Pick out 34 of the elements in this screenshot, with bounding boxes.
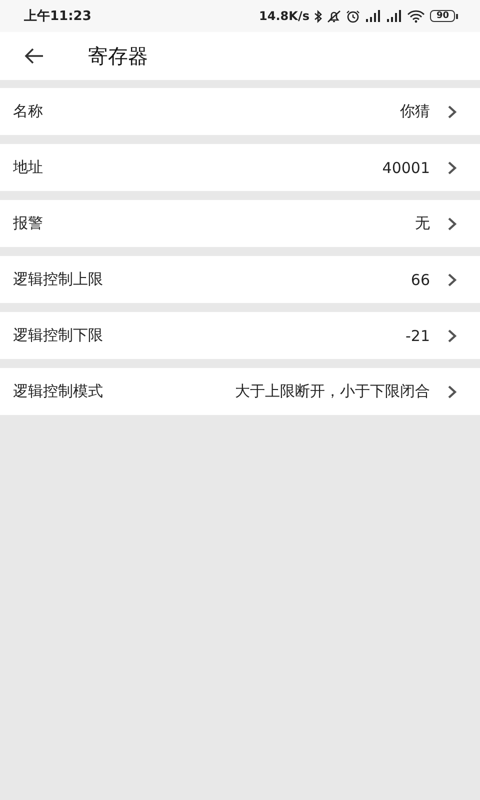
chevron-right-icon	[446, 272, 458, 286]
row-label: 逻辑控制上限	[13, 270, 103, 289]
alarm-icon	[346, 10, 360, 22]
bluetooth-icon	[314, 10, 322, 22]
settings-row[interactable]: 报警 无	[0, 200, 480, 247]
signal-icon	[386, 10, 402, 22]
status-time: 上午11:23	[24, 8, 92, 25]
chevron-right-icon	[446, 104, 458, 118]
row-label: 名称	[13, 102, 43, 121]
settings-row[interactable]: 名称 你猜	[0, 88, 480, 135]
network-speed: 14.8K/s	[259, 9, 310, 23]
row-value: 你猜	[400, 102, 430, 121]
signal-icon	[365, 10, 382, 22]
row-value: 66	[410, 270, 430, 288]
wifi-icon	[407, 10, 426, 22]
chevron-right-icon	[446, 160, 458, 174]
settings-row[interactable]: 逻辑控制上限 66	[0, 256, 480, 303]
row-label: 地址	[13, 158, 43, 177]
row-label: 逻辑控制模式	[13, 382, 103, 401]
row-label: 逻辑控制下限	[13, 326, 103, 345]
row-value: -21	[406, 326, 430, 344]
row-label: 报警	[13, 214, 43, 233]
chevron-right-icon	[446, 328, 458, 342]
settings-row[interactable]: 逻辑控制下限 -21	[0, 312, 480, 359]
battery-icon: 90	[430, 10, 458, 22]
row-value: 无	[415, 214, 430, 233]
mute-bell-icon	[327, 10, 342, 22]
chevron-right-icon	[446, 384, 458, 398]
row-value: 40001	[382, 158, 430, 176]
settings-row[interactable]: 逻辑控制模式 大于上限断开，小于下限闭合	[0, 368, 480, 415]
page-title: 寄存器	[88, 42, 148, 70]
row-value: 大于上限断开，小于下限闭合	[235, 382, 430, 401]
settings-row[interactable]: 地址 40001	[0, 144, 480, 191]
chevron-right-icon	[446, 216, 458, 230]
